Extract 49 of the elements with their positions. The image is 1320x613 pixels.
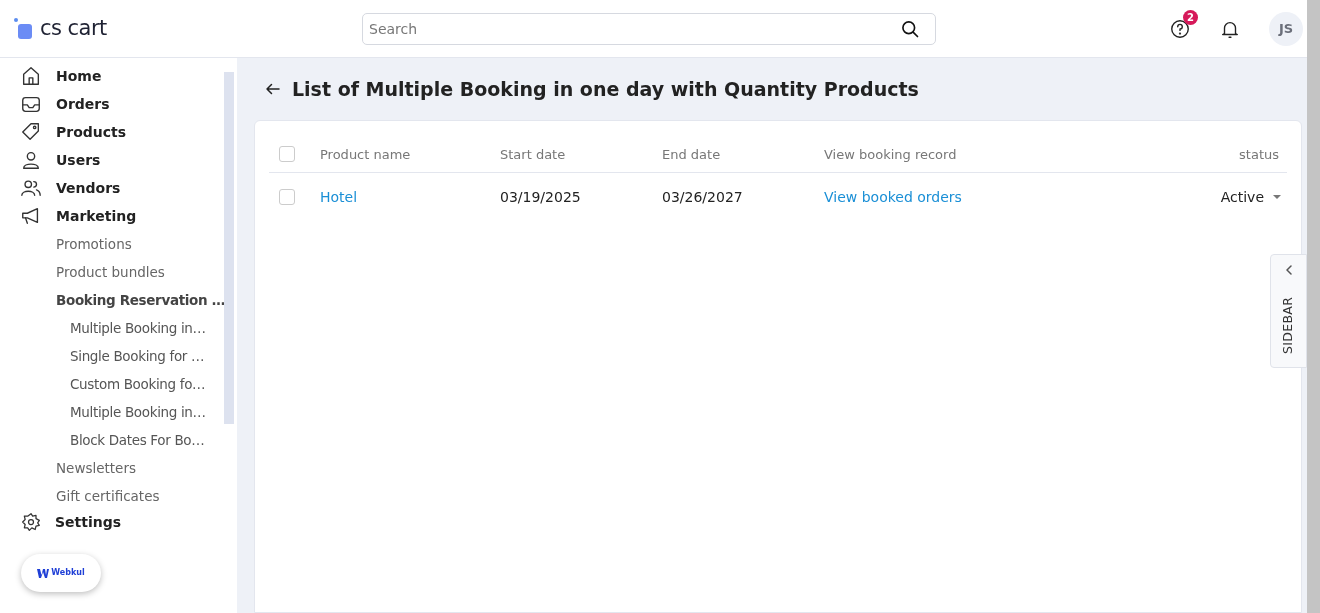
column-header: View booking record [824,146,957,162]
sidebar-subitem[interactable]: Custom Booking fo… [70,373,206,395]
page-title: List of Multiple Booking in one day with Quantity Products [292,76,919,102]
sidebar-subitem[interactable]: Multiple Booking in… [70,401,206,423]
home-icon [20,65,42,87]
table-cell: 03/26/2027 [662,189,743,205]
scrollbar[interactable] [224,72,234,424]
webkul-text: Webkul [51,567,85,579]
status-dropdown[interactable]: Active [1220,186,1281,208]
search-icon[interactable] [900,18,920,39]
sidebar-item[interactable]: Settings [55,511,122,533]
sidebar-subitem[interactable]: Product bundles [56,261,165,283]
sidebar-subitem[interactable]: Newsletters [56,457,136,479]
sidebar-subitem[interactable]: Booking Reservation … [56,289,225,311]
caret-icon [1273,195,1281,199]
webkul-logo-icon [37,568,50,578]
sidebar-item[interactable]: Users [56,149,101,171]
sidebar-subitem[interactable]: Promotions [56,233,132,255]
settings-icon [21,512,41,532]
sidebar-item[interactable]: Home [56,65,102,87]
logo-text: cs cart [40,14,107,42]
user-avatar[interactable]: JS [1269,11,1303,46]
column-header: Start date [500,146,566,162]
sidebar-toggle-tab[interactable]: SIDEBAR [1270,254,1307,368]
checkbox[interactable] [279,145,295,162]
webkul-badge[interactable]: Webkul [21,554,101,592]
users-icon [20,177,42,199]
table-cell: 03/19/2025 [500,189,581,205]
sidebar-tab-label: SIDEBAR [1279,296,1297,354]
search-field[interactable]: Search [362,12,936,45]
column-header: status [1239,146,1279,162]
product-link[interactable]: Hotel [320,189,358,205]
sidebar-item[interactable]: Orders [56,93,110,115]
column-header: Product name [320,146,411,162]
chevron-left-icon [1283,265,1294,275]
sidebar-subitem[interactable]: Block Dates For Bo… [70,429,205,451]
sidebar-item[interactable]: Vendors [56,177,121,199]
sidebar-subitem[interactable]: Multiple Booking in… [70,317,206,339]
checkbox[interactable] [279,189,295,205]
scrollbar[interactable] [1307,0,1320,613]
sidebar-subitem[interactable]: Gift certificates [56,485,160,507]
column-header: End date [662,146,721,162]
sidebar-item[interactable]: Products [56,121,127,143]
sidebar-subitem[interactable]: Single Booking for … [70,345,205,367]
notification-badge: 2 [1183,9,1198,25]
booking-link[interactable]: View booked orders [824,189,962,205]
sidebar-item[interactable]: Marketing [56,205,137,227]
tag-icon [20,121,42,143]
user-icon [20,149,42,171]
